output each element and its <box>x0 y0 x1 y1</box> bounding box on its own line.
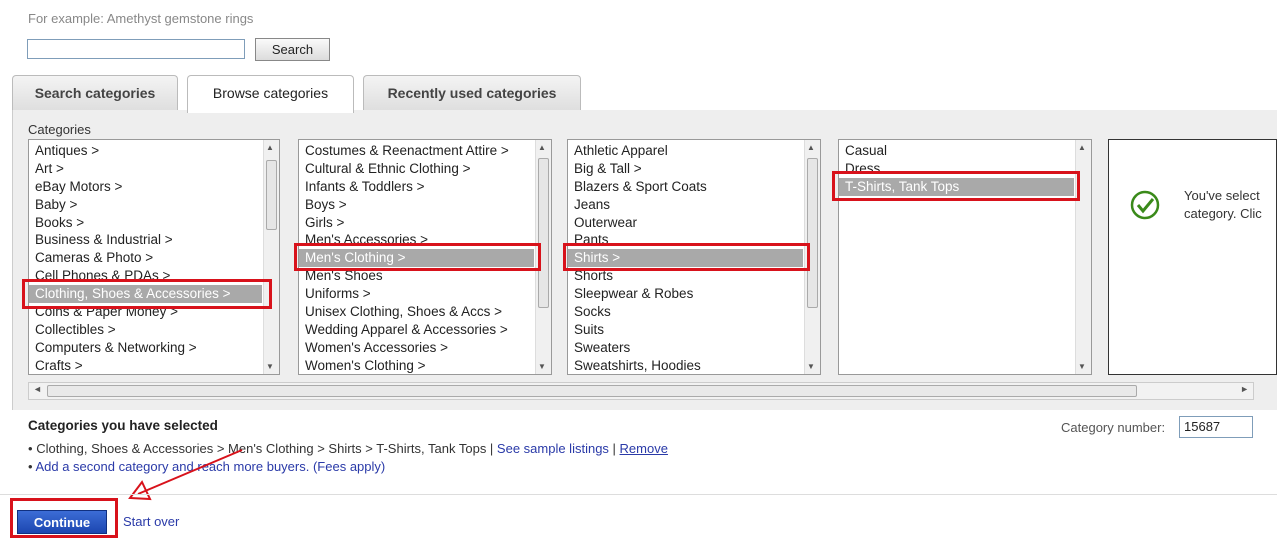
list-item[interactable]: Sweaters <box>568 339 803 357</box>
scroll-thumb[interactable] <box>807 158 818 308</box>
selected-category-path: Clothing, Shoes & Accessories > Men's Cl… <box>36 441 487 456</box>
list-item[interactable]: Wedding Apparel & Accessories > <box>299 321 534 339</box>
categories-label: Categories <box>28 122 91 137</box>
list-item[interactable]: Outerwear <box>568 214 803 232</box>
scroll-down-icon[interactable]: ▼ <box>1078 362 1086 371</box>
list-item[interactable]: Women's Accessories > <box>299 339 534 357</box>
tab-browse-categories[interactable]: Browse categories <box>187 75 354 113</box>
category-number-field[interactable]: 15687 <box>1179 416 1253 438</box>
list-item[interactable]: Athletic Apparel <box>568 142 803 160</box>
list-item[interactable]: Collectibles > <box>29 321 262 339</box>
list-item[interactable]: Sleepwear & Robes <box>568 285 803 303</box>
tab-recently-used[interactable]: Recently used categories <box>363 75 581 111</box>
highlight-box <box>10 498 118 538</box>
scroll-up-icon[interactable]: ▲ <box>1078 143 1086 152</box>
scroll-up-icon[interactable]: ▲ <box>266 143 274 152</box>
scroll-thumb[interactable] <box>47 385 1137 397</box>
category-number-label: Category number: <box>1061 420 1166 435</box>
scroll-left-icon[interactable]: ◄ <box>33 384 42 394</box>
list-item[interactable]: Cameras & Photo > <box>29 249 262 267</box>
list-item[interactable]: Unisex Clothing, Shoes & Accs > <box>299 303 534 321</box>
list-item[interactable]: Books > <box>29 214 262 232</box>
scroll-thumb[interactable] <box>266 160 277 230</box>
scroll-right-icon[interactable]: ► <box>1240 384 1249 394</box>
see-sample-listings-link[interactable]: See sample listings <box>497 441 609 456</box>
search-hint: For example: Amethyst gemstone rings <box>28 11 254 26</box>
list-item[interactable]: Suits <box>568 321 803 339</box>
list-item[interactable]: Boys > <box>299 196 534 214</box>
horizontal-scrollbar[interactable]: ◄ ► <box>28 382 1254 400</box>
list-item[interactable]: Girls > <box>299 214 534 232</box>
category-list-level-1[interactable]: Antiques > Art > eBay Motors > Baby > Bo… <box>28 139 280 375</box>
bullet: • <box>28 459 33 474</box>
list-item[interactable]: Socks <box>568 303 803 321</box>
highlight-box <box>294 243 541 271</box>
scroll-down-icon[interactable]: ▼ <box>266 362 274 371</box>
list-item[interactable]: Big & Tall > <box>568 160 803 178</box>
list-item[interactable]: Antiques > <box>29 142 262 160</box>
scroll-up-icon[interactable]: ▲ <box>538 143 546 152</box>
highlight-box <box>22 279 272 309</box>
result-message: You've select category. Clic <box>1184 187 1262 223</box>
fees-note: (Fees apply) <box>309 459 386 474</box>
list-item[interactable]: Crafts > <box>29 357 262 374</box>
selected-categories-title: Categories you have selected <box>28 418 218 433</box>
list-item[interactable]: Business & Industrial > <box>29 231 262 249</box>
list-item[interactable]: Baby > <box>29 196 262 214</box>
result-panel <box>1108 139 1277 375</box>
list-item[interactable]: Uniforms > <box>299 285 534 303</box>
result-line-2: category. Clic <box>1184 206 1262 221</box>
list-item[interactable]: Art > <box>29 160 262 178</box>
vertical-scrollbar[interactable]: ▲ ▼ <box>263 140 279 374</box>
highlight-box <box>832 171 1080 201</box>
list-item[interactable]: Computers & Networking > <box>29 339 262 357</box>
tab-search-categories[interactable]: Search categories <box>12 75 178 111</box>
list-item[interactable]: Cultural & Ethnic Clothing > <box>299 160 534 178</box>
list-item[interactable]: Infants & Toddlers > <box>299 178 534 196</box>
scroll-up-icon[interactable]: ▲ <box>807 143 815 152</box>
list-item[interactable]: Women's Clothing > <box>299 357 534 374</box>
list-item[interactable]: Costumes & Reenactment Attire > <box>299 142 534 160</box>
separator: | <box>486 441 497 456</box>
separator: | <box>608 441 620 456</box>
scroll-thumb[interactable] <box>538 158 549 308</box>
list-item[interactable]: Sweatshirts, Hoodies <box>568 357 803 374</box>
annotation-arrow <box>128 449 243 501</box>
scroll-down-icon[interactable]: ▼ <box>538 362 546 371</box>
result-line-1: You've select <box>1184 188 1260 203</box>
scroll-down-icon[interactable]: ▼ <box>807 362 815 371</box>
bullet: • <box>28 441 33 456</box>
remove-link[interactable]: Remove <box>620 441 668 456</box>
list-item[interactable]: Casual <box>839 142 1074 160</box>
start-over-link[interactable]: Start over <box>123 514 179 529</box>
search-input[interactable] <box>27 39 245 59</box>
check-icon <box>1130 190 1160 220</box>
list-item[interactable]: Blazers & Sport Coats <box>568 178 803 196</box>
list-item[interactable]: eBay Motors > <box>29 178 262 196</box>
highlight-box <box>563 243 810 271</box>
divider <box>0 494 1277 495</box>
list-item[interactable]: Jeans <box>568 196 803 214</box>
search-button[interactable]: Search <box>255 38 330 61</box>
